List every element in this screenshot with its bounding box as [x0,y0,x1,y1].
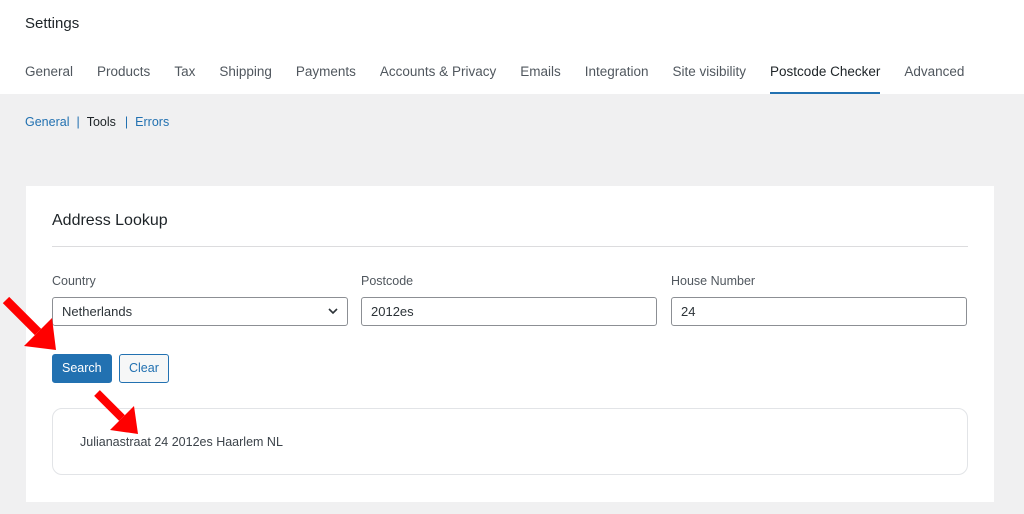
tab-general[interactable]: General [25,64,73,94]
card-divider [52,246,968,247]
lookup-result: Julianastraat 24 2012es Haarlem NL [52,408,968,475]
search-button[interactable]: Search [52,354,112,383]
address-lookup-card: Address Lookup Country Netherlands Postc… [26,186,994,502]
sub-navigation: General | Tools | Errors [25,115,169,129]
clear-button[interactable]: Clear [119,354,169,383]
tab-accounts-privacy[interactable]: Accounts & Privacy [380,64,496,94]
red-arrow-icon [2,296,56,350]
postcode-label: Postcode [361,274,414,288]
tab-site-visibility[interactable]: Site visibility [673,64,747,94]
page-title: Settings [25,15,80,32]
subnav-separator: | [124,115,129,129]
red-arrow-icon [94,390,138,434]
tab-products[interactable]: Products [97,64,150,94]
settings-header: Settings General Products Tax Shipping P… [0,0,1024,94]
subnav-errors-link[interactable]: Errors [135,115,169,129]
postcode-input[interactable]: 2012es [361,297,657,326]
tab-payments[interactable]: Payments [296,64,356,94]
house-number-input[interactable]: 24 [671,297,967,326]
subnav-tools-current: Tools [86,115,116,129]
settings-tabs: General Products Tax Shipping Payments A… [25,64,988,94]
tab-integration[interactable]: Integration [585,64,649,94]
country-select[interactable]: Netherlands [52,297,348,326]
chevron-down-icon [327,298,339,336]
tab-postcode-checker[interactable]: Postcode Checker [770,64,881,94]
subnav-general-link[interactable]: General [25,115,69,129]
tab-emails[interactable]: Emails [520,64,561,94]
tab-tax[interactable]: Tax [174,64,195,94]
country-label: Country [52,274,96,288]
tab-advanced[interactable]: Advanced [904,64,964,94]
subnav-separator: | [76,115,80,129]
postcode-field: Postcode 2012es [361,274,657,326]
house-number-field: House Number 24 [671,274,967,326]
tab-shipping[interactable]: Shipping [219,64,272,94]
country-field: Country Netherlands [52,274,348,326]
country-select-value: Netherlands [62,304,133,319]
house-number-label: House Number [671,274,756,288]
card-title: Address Lookup [52,212,168,229]
